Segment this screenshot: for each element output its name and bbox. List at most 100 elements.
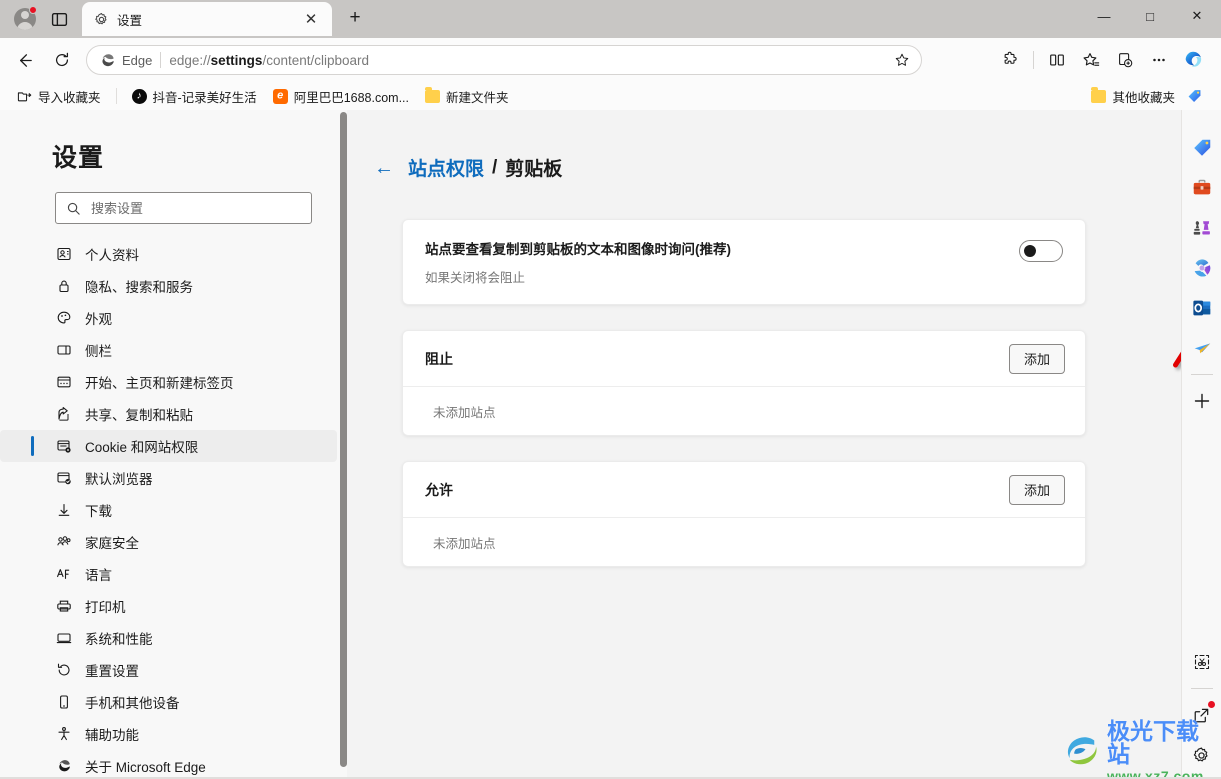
block-group-title: 阻止 — [425, 350, 453, 367]
block-group-empty: 未添加站点 — [433, 405, 496, 420]
bookmark-alibaba[interactable]: 阿里巴巴1688.com... — [266, 84, 416, 109]
copilot-icon[interactable] — [1177, 44, 1209, 76]
sidebar-item-default-browser[interactable]: 默认浏览器 — [0, 462, 337, 494]
close-icon[interactable]: ✕ — [298, 6, 324, 32]
search-settings-box[interactable] — [55, 192, 312, 224]
close-window-button[interactable]: ✕ — [1173, 0, 1221, 32]
new-tab-button[interactable]: + — [342, 5, 368, 31]
reset-icon — [55, 662, 72, 679]
breadcrumb-parent-link[interactable]: 站点权限 — [408, 154, 484, 181]
split-screen-icon[interactable] — [1041, 44, 1073, 76]
sidebar-item-languages[interactable]: 语言 — [0, 558, 337, 590]
paper-plane-icon[interactable] — [1182, 328, 1221, 368]
bookmark-label: 抖音-记录美好生活 — [152, 90, 257, 105]
allow-group-card: 允许 添加 未添加站点 — [402, 461, 1086, 567]
sidebar-item-share-copy-paste[interactable]: 共享、复制和粘贴 — [0, 398, 337, 430]
add-app-button[interactable] — [1182, 381, 1221, 421]
bookmark-other-favorites[interactable]: 其他收藏夹 — [1084, 84, 1182, 109]
clipboard-permission-text: 站点要查看复制到剪贴板的文本和图像时询问(推荐) 如果关闭将会阻止 — [425, 238, 731, 286]
microsoft365-icon[interactable] — [1182, 248, 1221, 288]
page-title: 设置 — [52, 144, 105, 172]
sidebar-icon — [55, 342, 72, 359]
allow-group-title: 允许 — [425, 481, 453, 498]
sidebar-item-label: 隐私、搜索和服务 — [85, 280, 193, 295]
settings-main-content: ← 站点权限 / 剪贴板 站点要查看复制到剪贴板的文本和图像时询问(推荐) 如果… — [347, 110, 1181, 779]
sidebar-scrollbar[interactable] — [340, 112, 347, 767]
back-arrow-icon[interactable]: ← — [374, 158, 394, 178]
edge-sidebar-divider — [1190, 374, 1213, 375]
refresh-icon[interactable] — [46, 44, 78, 76]
sidebar-item-phone-devices[interactable]: 手机和其他设备 — [0, 686, 337, 718]
favorites-star-icon[interactable] — [1075, 44, 1107, 76]
tab-settings[interactable]: 设置 ✕ — [82, 2, 332, 36]
sidebar-item-downloads[interactable]: 下载 — [0, 494, 337, 526]
bookmark-new-folder[interactable]: 新建文件夹 — [418, 84, 516, 109]
more-ellipsis-icon[interactable] — [1143, 44, 1175, 76]
search-input[interactable] — [91, 200, 301, 216]
sidebar-item-label: 重置设置 — [85, 664, 139, 679]
back-icon[interactable] — [8, 44, 40, 76]
home-tab-icon — [55, 374, 72, 391]
star-icon[interactable] — [889, 47, 915, 73]
sidebar-item-start-home-newtab[interactable]: 开始、主页和新建标签页 — [0, 366, 337, 398]
folder-icon — [425, 86, 441, 103]
sidebar-item-sidebar[interactable]: 侧栏 — [0, 334, 337, 366]
sidebar-item-label: 语言 — [85, 568, 112, 583]
toolbar-divider — [1033, 51, 1034, 69]
tabstrip-left: 设置 ✕ + — [0, 0, 368, 38]
edge-logo-icon — [55, 758, 72, 775]
extensions-puzzle-icon[interactable] — [994, 44, 1026, 76]
sidebar-item-label: 下载 — [85, 504, 112, 519]
maximize-button[interactable]: □ — [1127, 0, 1173, 32]
tools-briefcase-icon[interactable] — [1182, 168, 1221, 208]
browser-window: 设置 ✕ + — □ ✕ Edge edge://settings/conten… — [0, 0, 1221, 779]
sidebar-item-label: 外观 — [85, 312, 112, 327]
sidebar-item-label: 个人资料 — [85, 248, 139, 263]
games-chess-icon[interactable] — [1182, 208, 1221, 248]
palette-icon — [55, 310, 72, 327]
sidebar-item-appearance[interactable]: 外观 — [0, 302, 337, 334]
edge-sidebar-divider-bottom — [1190, 688, 1213, 689]
tag-icon[interactable] — [1186, 88, 1203, 105]
tiktok-icon — [131, 88, 147, 104]
sidebar-item-reset-settings[interactable]: 重置设置 — [0, 654, 337, 686]
sidebar-item-system-performance[interactable]: 系统和性能 — [0, 622, 337, 654]
tab-actions-icon[interactable] — [44, 4, 74, 34]
edge-brand-badge: Edge — [99, 52, 152, 69]
outlook-icon[interactable] — [1182, 288, 1221, 328]
bookmarks-bar-right: 其他收藏夹 — [1084, 84, 1211, 109]
url-suffix: /content/clipboard — [262, 52, 370, 68]
edge-sidebar-bottom — [1182, 642, 1221, 779]
allow-add-button[interactable]: 添加 — [1008, 474, 1065, 505]
minimize-button[interactable]: — — [1081, 0, 1127, 32]
shopping-tag-icon[interactable] — [1182, 128, 1221, 168]
address-bar[interactable]: Edge edge://settings/content/clipboard — [86, 45, 922, 75]
collections-icon[interactable] — [1109, 44, 1141, 76]
sidebar-item-family-safety[interactable]: 家庭安全 — [0, 526, 337, 558]
sidebar-item-profile[interactable]: 个人资料 — [0, 238, 337, 270]
sidebar-item-cookies-permissions[interactable]: Cookie 和网站权限 — [0, 430, 337, 462]
sidebar-item-accessibility[interactable]: 辅助功能 — [0, 718, 337, 750]
bookmarks-divider — [115, 88, 117, 104]
screenshot-scissors-icon[interactable] — [1182, 642, 1221, 682]
bookmark-import-favorites[interactable]: 导入收藏夹 — [10, 84, 108, 109]
clipboard-permission-toggle[interactable] — [1019, 240, 1063, 262]
family-safety-icon — [55, 534, 72, 551]
sidebar-item-printers[interactable]: 打印机 — [0, 590, 337, 622]
bookmark-label: 其他收藏夹 — [1112, 90, 1175, 105]
bookmark-label: 阿里巴巴1688.com... — [293, 90, 410, 105]
search-icon — [66, 201, 81, 216]
settings-gear-icon[interactable] — [1182, 735, 1221, 775]
sidebar-item-label: 辅助功能 — [85, 728, 139, 743]
bookmark-douyin[interactable]: 抖音-记录美好生活 — [125, 84, 264, 109]
sidebar-item-privacy[interactable]: 隐私、搜索和服务 — [0, 270, 337, 302]
avatar-notification-dot — [29, 6, 37, 14]
open-in-new-icon[interactable] — [1182, 695, 1221, 735]
sidebar-item-label: 系统和性能 — [85, 632, 153, 647]
avatar[interactable] — [10, 4, 40, 34]
block-add-button[interactable]: 添加 — [1008, 343, 1065, 374]
clipboard-permission-title: 站点要查看复制到剪贴板的文本和图像时询问(推荐) — [425, 242, 731, 257]
sidebar-item-about-edge[interactable]: 关于 Microsoft Edge — [0, 750, 337, 779]
bookmarks-bar: 导入收藏夹 抖音-记录美好生活 阿里巴巴1688.com... 新建文件夹 其他… — [0, 82, 1221, 110]
sidebar-item-label: 共享、复制和粘贴 — [85, 408, 193, 423]
